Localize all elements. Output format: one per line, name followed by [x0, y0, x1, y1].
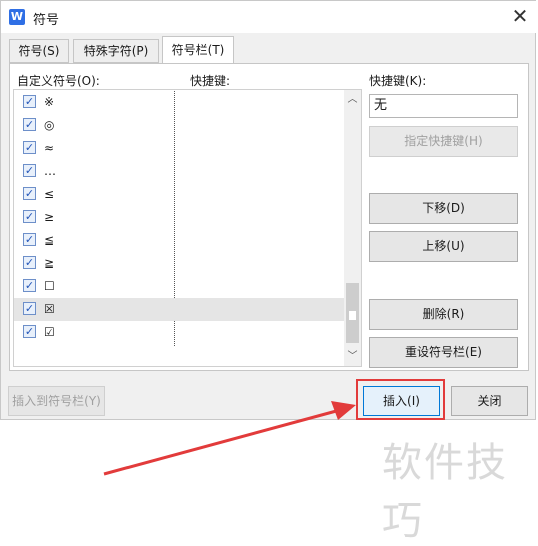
- watermark: 软件技巧: [382, 440, 508, 544]
- annotation-arrow-icon: [103, 401, 356, 476]
